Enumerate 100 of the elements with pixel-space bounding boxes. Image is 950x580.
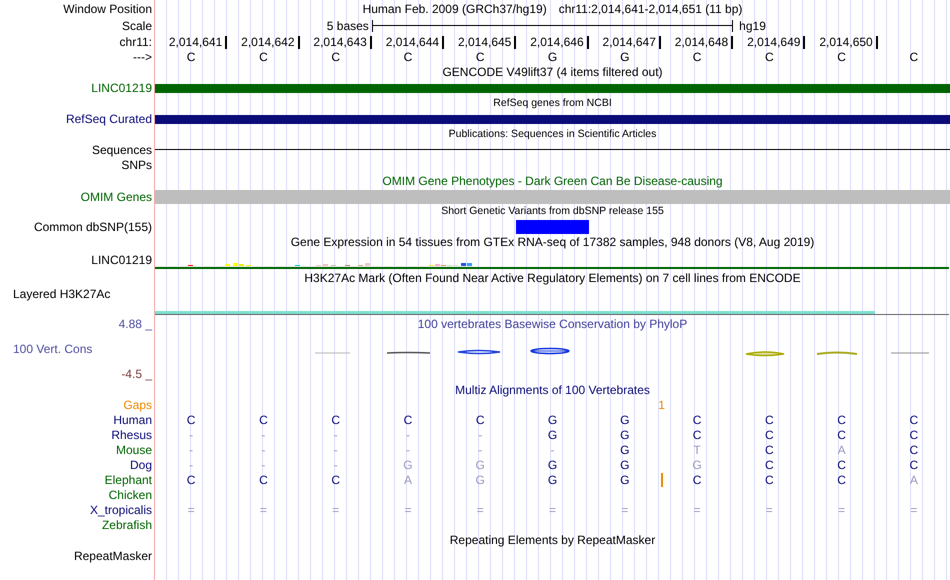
track-label[interactable]: Human xyxy=(113,412,152,426)
aligned-base: = xyxy=(766,502,773,516)
track-title: Publications: Sequences in Scientific Articles xyxy=(448,128,656,141)
position-label: 2,014,643 xyxy=(313,36,372,48)
track-title: Gene Expression in 54 tissues from GTEx RNA-seq of 17382 samples, 948 donors (V8, Aug 2019) xyxy=(290,235,814,249)
track-label[interactable]: X_tropicalis xyxy=(90,502,152,516)
track-label[interactable]: Dog xyxy=(130,458,152,472)
aligned-base: G xyxy=(476,458,485,472)
track-label[interactable]: Zebrafish xyxy=(102,518,152,532)
track-title: GENCODE V49lift37 (4 items filtered out) xyxy=(442,65,663,79)
aligned-base: = xyxy=(694,502,701,516)
aligned-base: C xyxy=(186,472,196,486)
aligned-base: - xyxy=(334,428,338,442)
aligned-base: G xyxy=(476,472,485,486)
base-letter: C xyxy=(764,50,775,64)
gap-count: 1 xyxy=(658,398,665,412)
aligned-base: G xyxy=(620,428,630,442)
aligned-base: C xyxy=(404,412,412,426)
track-label[interactable]: LINC01219 xyxy=(91,81,152,95)
track-label[interactable]: RefSeq Curated xyxy=(66,112,152,126)
track-label[interactable]: Sequences xyxy=(92,142,152,156)
row-label[interactable]: Window Position xyxy=(63,2,152,16)
aligned-base: C xyxy=(692,472,702,486)
aligned-base: - xyxy=(478,428,482,442)
base-letter: C xyxy=(330,50,341,64)
aligned-base: - xyxy=(334,458,338,472)
position-label: 2,014,644 xyxy=(386,36,444,48)
track-label[interactable]: Elephant xyxy=(104,472,152,486)
aligned-base: - xyxy=(478,442,482,456)
track-label[interactable]: RepeatMasker xyxy=(74,549,152,563)
aligned-base: - xyxy=(261,428,266,442)
track-title: H3K27Ac Mark (Often Found Near Active Regulatory Elements) on 7 cell lines from ENCODE xyxy=(304,271,801,285)
aligned-base: - xyxy=(334,442,338,456)
base-letter: C xyxy=(474,50,486,64)
aligned-base: - xyxy=(406,428,410,442)
aligned-base: G xyxy=(548,428,558,442)
position-label: 2,014,645 xyxy=(458,36,516,48)
aligned-base: = xyxy=(404,502,412,516)
track-label[interactable]: Rhesus xyxy=(111,428,152,442)
position-label: 2,014,641 xyxy=(168,36,228,48)
aligned-base: C xyxy=(764,472,774,486)
base-letter: C xyxy=(186,50,196,64)
aligned-base: T xyxy=(693,442,701,456)
track-label[interactable]: Layered H3K27Ac xyxy=(13,287,110,301)
aligned-base: C xyxy=(331,472,340,486)
aligned-base: C xyxy=(837,412,846,426)
track-label[interactable]: -4.5 _ xyxy=(121,367,152,381)
track-label[interactable]: SNPs xyxy=(121,158,152,172)
aligned-base: - xyxy=(261,458,266,472)
aligned-base: G xyxy=(620,442,630,456)
aligned-base: - xyxy=(189,442,194,456)
position-range: chr11:2,014,641-2,014,651 (11 bp) xyxy=(558,2,742,16)
track-label[interactable]: OMIM Genes xyxy=(80,190,152,204)
track-label[interactable]: Common dbSNP(155) xyxy=(34,220,152,234)
aligned-base: C xyxy=(764,428,774,442)
aligned-base: C xyxy=(910,428,918,442)
aligned-base: C xyxy=(692,428,702,442)
aligned-base: A xyxy=(404,472,412,486)
aligned-base: C xyxy=(259,472,268,486)
base-letter: G xyxy=(619,50,630,64)
aligned-base: = xyxy=(260,502,267,516)
track-label[interactable]: LINC01219 xyxy=(91,253,152,267)
aligned-base: C xyxy=(910,442,918,456)
aligned-base: - xyxy=(189,428,194,442)
aligned-base: C xyxy=(910,458,918,472)
aligned-base: A xyxy=(910,472,918,486)
aligned-base: C xyxy=(764,412,774,426)
aligned-base: C xyxy=(764,458,774,472)
aligned-base: A xyxy=(838,442,846,456)
base-letter: G xyxy=(546,50,558,64)
assembly-title: Human Feb. 2009 (GRCh37/hg19) xyxy=(362,2,547,16)
base-letter: C xyxy=(402,50,414,64)
aligned-base: = xyxy=(621,502,628,516)
track-title: RefSeq genes from NCBI xyxy=(493,97,612,110)
aligned-base: G xyxy=(403,458,413,472)
assembly-label: hg19 xyxy=(738,18,767,32)
aligned-base: G xyxy=(548,458,558,472)
row-label[interactable]: ---> xyxy=(133,50,152,64)
track-title: OMIM Gene Phenotypes - Dark Green Can Be Disease-causing xyxy=(382,174,723,188)
position-label: 2,014,650 xyxy=(819,36,878,48)
track-label[interactable]: Mouse xyxy=(116,442,152,456)
aligned-base: - xyxy=(189,458,194,472)
position-label: 2,014,649 xyxy=(747,36,806,48)
aligned-base: = xyxy=(332,502,340,516)
aligned-base: - xyxy=(261,442,266,456)
track-label[interactable]: 4.88 _ xyxy=(118,317,152,331)
aligned-base: = xyxy=(838,502,846,516)
scale-text: 5 bases xyxy=(326,18,370,32)
aligned-base: G xyxy=(620,472,630,486)
track-label[interactable]: 100 Vert. Cons xyxy=(13,342,92,356)
aligned-base: C xyxy=(837,472,846,486)
row-label[interactable]: Scale xyxy=(122,18,152,32)
aligned-base: G xyxy=(548,472,558,486)
aligned-base: - xyxy=(406,442,410,456)
aligned-base: C xyxy=(764,442,774,456)
track-label[interactable]: Chicken xyxy=(108,488,152,502)
aligned-base: G xyxy=(548,412,558,426)
row-label[interactable]: chr11: xyxy=(120,35,152,49)
track-title: Short Genetic Variants from dbSNP release 155 xyxy=(441,205,664,218)
aligned-base: G xyxy=(692,458,702,472)
